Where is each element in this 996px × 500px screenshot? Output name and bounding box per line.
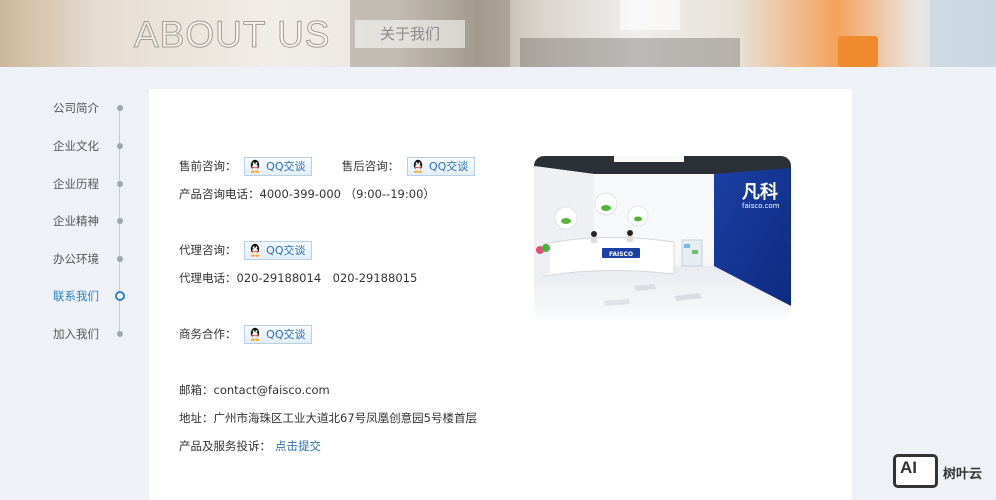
- agent-row: 代理咨询： QQ交谈: [179, 241, 313, 260]
- sidebar-dot-icon: [117, 143, 123, 149]
- sidebar-item-contact[interactable]: 联系我们: [0, 286, 140, 306]
- agent-qq-button[interactable]: QQ交谈: [244, 241, 313, 260]
- presale-qq-button[interactable]: QQ交谈: [244, 157, 313, 176]
- sidebar-dot-icon: [117, 331, 123, 337]
- presale-row: 售前咨询： QQ交谈 售后咨询： QQ交谈: [179, 157, 476, 176]
- qq-button-label: QQ交谈: [266, 160, 306, 173]
- product-phone: 产品咨询电话：4000-399-000 （9:00--19:00）: [179, 187, 435, 201]
- sidebar-dot-icon: [117, 181, 123, 187]
- aftersale-qq-button[interactable]: QQ交谈: [406, 157, 476, 176]
- business-label: 商务合作：: [179, 327, 237, 341]
- banner-photo-chair: [838, 36, 878, 67]
- sidebar-item-office[interactable]: 办公环境: [0, 249, 140, 269]
- sidebar-item-label: 加入我们: [53, 327, 99, 341]
- sidebar-item-label: 企业精神: [53, 214, 99, 228]
- office-photo: 凡科 faisco.com FAISCO: [534, 156, 791, 319]
- presale-label: 售前咨询：: [179, 159, 237, 173]
- sidebar-dot-icon: [117, 218, 123, 224]
- qq-penguin-icon: [250, 327, 260, 341]
- banner-title: ABOUT US: [133, 14, 331, 56]
- banner-subtitle: 关于我们: [355, 20, 465, 48]
- sidebar-dot-icon: [117, 105, 123, 111]
- sidebar-item-label: 企业历程: [53, 177, 99, 191]
- banner-photo-desk: [520, 38, 740, 67]
- banner-photo-window: [620, 0, 680, 30]
- sidebar-item-label: 企业文化: [53, 139, 99, 153]
- qq-penguin-icon: [250, 243, 260, 257]
- office-illustration: 凡科 faisco.com FAISCO: [534, 156, 791, 319]
- complaint-submit-link[interactable]: 点击提交: [275, 439, 321, 453]
- banner-photo-window-right: [930, 0, 996, 67]
- watermark-logo: AI 树叶云: [893, 454, 993, 490]
- sidebar-item-history[interactable]: 企业历程: [0, 174, 140, 194]
- email: 邮箱：contact@faisco.com: [179, 383, 330, 397]
- business-row: 商务合作： QQ交谈: [179, 325, 313, 344]
- sidebar-item-company-profile[interactable]: 公司简介: [0, 98, 140, 118]
- aftersale-label: 售后咨询：: [341, 159, 400, 173]
- qq-button-label: QQ交谈: [266, 244, 306, 257]
- sidebar-active-dot-icon: [115, 291, 125, 301]
- contact-panel: 售前咨询： QQ交谈 售后咨询： QQ交谈 产品咨询电话：4000-399-00…: [149, 89, 852, 500]
- address: 地址：广州市海珠区工业大道北67号凤凰创意园5号楼首层: [179, 411, 477, 425]
- desk-logo-text: FAISCO: [609, 251, 633, 258]
- agent-label: 代理咨询：: [179, 243, 237, 257]
- watermark-text: 树叶云: [943, 467, 983, 482]
- agent-phone: 代理电话：020-29188014 020-29188015: [179, 271, 418, 285]
- sidebar-item-culture[interactable]: 企业文化: [0, 136, 140, 156]
- sidebar-item-label: 办公环境: [53, 252, 99, 266]
- qq-penguin-icon: [250, 159, 260, 173]
- sidebar-item-spirit[interactable]: 企业精神: [0, 211, 140, 231]
- qq-penguin-icon: [413, 159, 423, 173]
- wall-brand-text: 凡科: [742, 181, 778, 203]
- business-qq-button[interactable]: QQ交谈: [244, 325, 313, 344]
- about-banner: ABOUT US 关于我们: [0, 0, 996, 67]
- wall-site-text: faisco.com: [742, 202, 780, 210]
- complaint-row: 产品及服务投诉： 点击提交: [179, 437, 321, 455]
- ai-logo-icon: AI: [893, 454, 938, 488]
- complaint-label: 产品及服务投诉：: [179, 439, 271, 453]
- qq-button-label: QQ交谈: [428, 160, 469, 173]
- sidebar-dot-icon: [117, 256, 123, 262]
- sidebar-item-join[interactable]: 加入我们: [0, 324, 140, 344]
- qq-button-label: QQ交谈: [266, 328, 306, 341]
- sidebar-item-label: 联系我们: [53, 289, 99, 303]
- sidebar-item-label: 公司简介: [53, 101, 99, 115]
